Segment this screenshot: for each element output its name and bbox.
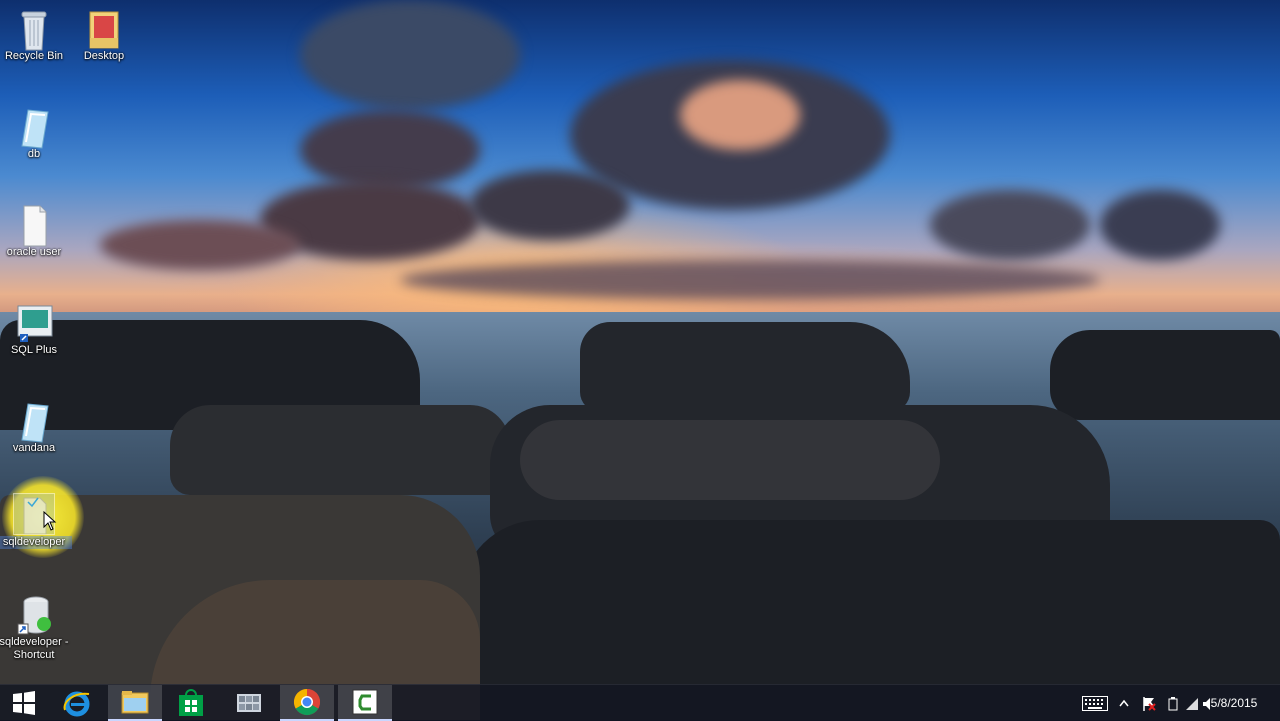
- taskbar-store[interactable]: [164, 685, 218, 721]
- folder-icon: [121, 691, 149, 714]
- desktop-icon-vandana[interactable]: vandana: [0, 400, 72, 455]
- internet-explorer-icon: [63, 691, 90, 717]
- taskbar: 5/8/2015: [0, 684, 1280, 721]
- network-icon[interactable]: [1184, 695, 1200, 711]
- cloud: [400, 260, 1100, 300]
- file-icon: [14, 400, 54, 443]
- taskbar-apps[interactable]: [222, 685, 276, 721]
- taskbar-clock[interactable]: 5/8/2015: [1204, 685, 1264, 721]
- up-arrow-icon[interactable]: [1119, 699, 1129, 707]
- rock: [520, 420, 940, 500]
- shortcut-icon: [14, 594, 54, 635]
- windows-logo-icon: [13, 691, 35, 715]
- folder-icon: [84, 8, 124, 49]
- desktop-icon-sql-plus[interactable]: SQL Plus: [0, 302, 72, 357]
- start-button[interactable]: [0, 685, 48, 721]
- grid-icon: [237, 694, 261, 712]
- clock-date: 5/8/2015: [1210, 696, 1258, 710]
- desktop-icon-desktop-folder[interactable]: Desktop: [66, 8, 142, 63]
- cloud: [100, 220, 300, 270]
- desktop-icon-db[interactable]: db: [0, 106, 72, 161]
- sqlplus-icon: [14, 302, 54, 342]
- battery-icon[interactable]: [1168, 697, 1178, 711]
- rock: [580, 322, 910, 412]
- cloud: [680, 80, 800, 150]
- taskbar-camtasia[interactable]: [338, 685, 392, 721]
- rock: [1050, 330, 1280, 420]
- desktop-icon-sqldeveloper[interactable]: sqldeveloper: [0, 493, 72, 549]
- action-center-flag-icon[interactable]: [1141, 696, 1157, 712]
- text-file-icon: [14, 204, 54, 247]
- file-icon: [14, 106, 54, 149]
- cloud: [300, 0, 520, 110]
- desktop-icon-label: sqldeveloper - Shortcut: [0, 636, 69, 661]
- taskbar-chrome[interactable]: [280, 685, 334, 721]
- mouse-pointer-icon: [43, 511, 57, 531]
- taskbar-file-explorer[interactable]: [108, 685, 162, 721]
- camtasia-icon: [352, 689, 378, 715]
- desktop-icon-recycle-bin[interactable]: Recycle Bin: [0, 8, 72, 63]
- cloud: [300, 110, 480, 190]
- cloud: [930, 190, 1090, 260]
- keyboard-icon[interactable]: [1082, 696, 1108, 711]
- cloud: [470, 170, 630, 240]
- taskbar-internet-explorer[interactable]: [50, 685, 104, 721]
- recycle-bin-icon: [14, 8, 54, 51]
- chrome-icon: [293, 688, 321, 716]
- store-icon: [179, 689, 203, 716]
- desktop-icon-sqldeveloper-shortcut[interactable]: sqldeveloper - Shortcut: [0, 594, 72, 662]
- desktop-wallpaper: [0, 0, 1280, 720]
- cloud: [1100, 190, 1220, 260]
- rock: [170, 405, 510, 495]
- desktop-icon-oracle-user[interactable]: oracle user: [0, 204, 72, 259]
